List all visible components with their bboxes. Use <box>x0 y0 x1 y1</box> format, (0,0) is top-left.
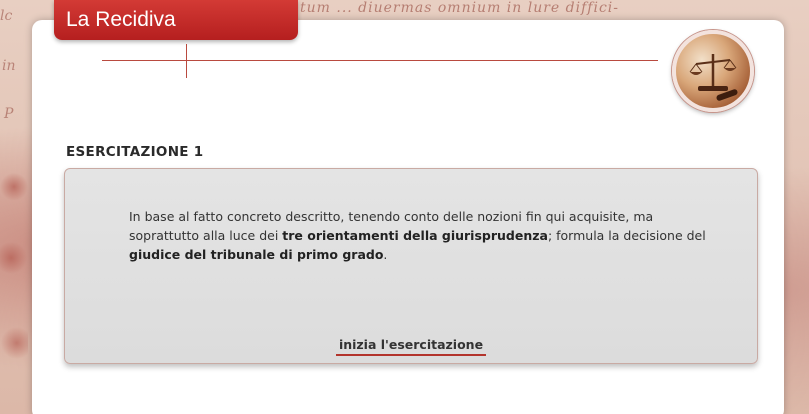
background-flourish <box>0 130 28 414</box>
start-exercise-link-wrapper: inizia l'esercitazione <box>65 337 757 356</box>
background-margin-text: P <box>4 106 14 122</box>
instructions-emphasis-orientamenti: tre orientamenti della giurisprudenza <box>282 228 548 243</box>
background-margin-text: in <box>2 58 16 74</box>
instructions-text: . <box>383 247 388 262</box>
page-title: La Recidiva <box>54 0 298 40</box>
exercise-instructions: In base al fatto concreto descritto, ten… <box>129 207 709 264</box>
background-margin-text: lc <box>0 8 13 24</box>
scales-of-justice-icon <box>672 30 754 112</box>
header-divider-vertical <box>186 44 187 78</box>
exercise-heading: ESERCITAZIONE 1 <box>66 144 204 160</box>
start-exercise-link[interactable]: inizia l'esercitazione <box>335 337 487 356</box>
instructions-emphasis-giudice: giudice del tribunale di primo grado <box>129 247 384 262</box>
exercise-box: In base al fatto concreto descritto, ten… <box>64 168 758 364</box>
instructions-text: ; formula la decisione del <box>547 228 706 243</box>
background-script-text: tum ... diuermas omnium in lure diffici- <box>300 0 619 16</box>
